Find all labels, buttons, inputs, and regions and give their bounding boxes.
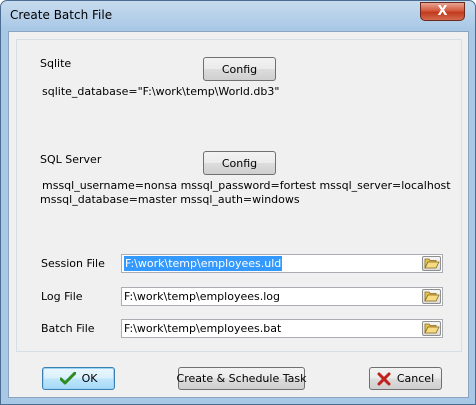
log-file-label: Log File xyxy=(41,290,83,303)
sqlserver-config-button[interactable]: Config xyxy=(203,151,276,175)
cancel-label: Cancel xyxy=(396,372,435,385)
checkmark-icon xyxy=(59,371,76,384)
window-title: Create Batch File xyxy=(10,8,113,22)
sqlserver-label: SQL Server xyxy=(40,153,102,166)
log-file-browse-button[interactable] xyxy=(422,289,441,304)
sqlserver-connection-info-line1: mssql_username=nonsa mssql_password=fort… xyxy=(42,179,451,192)
folder-open-icon xyxy=(424,258,440,269)
ok-label: OK xyxy=(81,372,98,385)
cancel-button[interactable]: Cancel xyxy=(369,367,442,390)
ok-button[interactable]: OK xyxy=(42,367,115,390)
session-file-label: Session File xyxy=(41,257,105,270)
folder-open-icon xyxy=(424,291,440,302)
log-file-field[interactable] xyxy=(121,287,443,306)
session-file-browse-button[interactable] xyxy=(422,256,441,271)
create-schedule-task-button[interactable]: Create & Schedule Task xyxy=(177,367,306,390)
sqlite-config-button[interactable]: Config xyxy=(203,57,276,81)
title-bar[interactable]: Create Batch File X xyxy=(1,1,475,29)
create-batch-file-dialog: Create Batch File X Sqlite Config sqlite… xyxy=(0,0,476,405)
settings-group: Sqlite Config sqlite_database="F:\work\t… xyxy=(16,39,462,352)
session-file-value[interactable]: F:\work\temp\employees.uld xyxy=(124,256,283,271)
batch-file-input[interactable] xyxy=(122,320,417,337)
log-file-input[interactable] xyxy=(122,288,417,305)
sqlite-connection-info: sqlite_database="F:\work\temp\World.db3" xyxy=(42,85,280,98)
close-icon: X xyxy=(437,4,448,19)
dialog-client-area: Sqlite Config sqlite_database="F:\work\t… xyxy=(8,31,469,398)
close-button[interactable]: X xyxy=(420,2,465,21)
sqlite-label: Sqlite xyxy=(40,57,72,70)
batch-file-field[interactable] xyxy=(121,319,443,338)
cancel-x-icon xyxy=(377,372,391,385)
batch-file-label: Batch File xyxy=(41,322,95,335)
folder-open-icon xyxy=(424,323,440,334)
session-file-field[interactable]: F:\work\temp\employees.uld xyxy=(121,254,443,273)
sqlserver-connection-info-line2: mssql_database=master mssql_auth=windows xyxy=(40,193,300,206)
batch-file-browse-button[interactable] xyxy=(422,321,441,336)
